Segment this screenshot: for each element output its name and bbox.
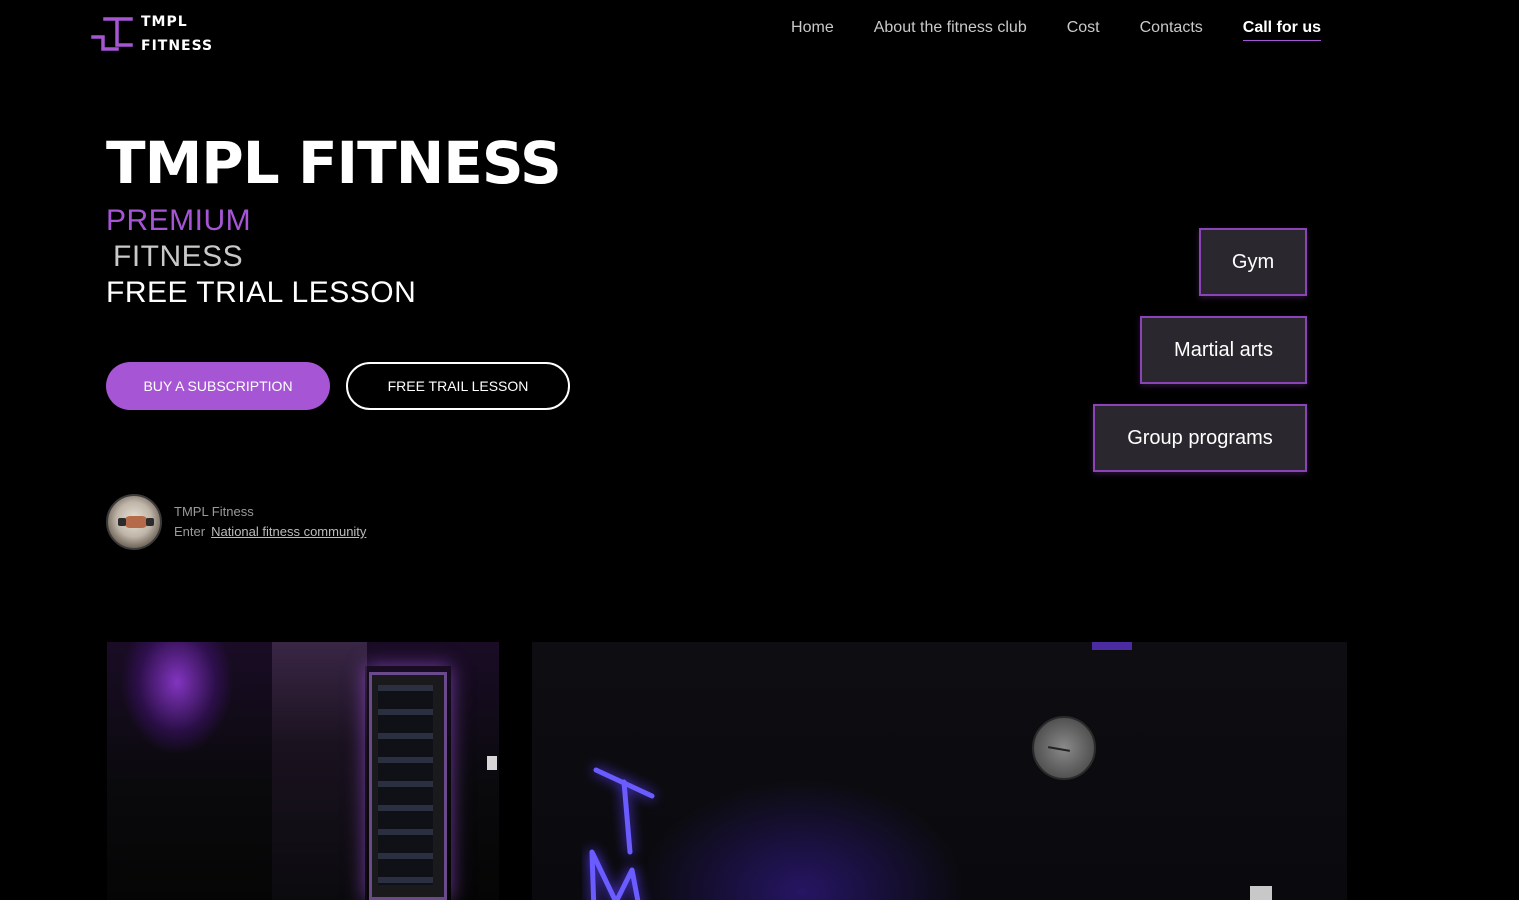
header: TMPL FITNESS Home About the fitness club…: [0, 0, 1519, 64]
avatar: [106, 494, 162, 550]
buy-subscription-button[interactable]: BUY A SUBSCRIPTION: [106, 362, 330, 410]
logo[interactable]: TMPL FITNESS: [91, 10, 213, 58]
community-block: TMPL Fitness Enter National fitness commu…: [106, 494, 366, 550]
nav-cost[interactable]: Cost: [1067, 19, 1100, 41]
vending-fridge: [369, 672, 447, 900]
nav-call-for-us[interactable]: Call for us: [1242, 19, 1321, 41]
category-gym-button[interactable]: Gym: [1199, 228, 1307, 296]
hero-title: TMPL FITNESS: [106, 129, 562, 197]
gym-photo-vending: [107, 642, 499, 900]
community-enter-label: Enter: [174, 524, 206, 539]
nav-contacts[interactable]: Contacts: [1140, 19, 1203, 41]
community-link[interactable]: National fitness community: [211, 524, 366, 539]
hero-subtitle-premium: PREMIUM: [106, 204, 252, 237]
category-group-programs-button[interactable]: Group programs: [1093, 404, 1307, 472]
logo-text: TMPL FITNESS: [141, 10, 213, 58]
community-enter-row: Enter National fitness community: [174, 522, 366, 542]
main-nav: Home About the fitness club Cost Contact…: [791, 19, 1321, 41]
logo-line1: TMPL: [141, 14, 188, 30]
neon-sign-icon: [589, 767, 655, 900]
community-text: TMPL Fitness Enter National fitness commu…: [174, 502, 366, 542]
logo-mark-icon: [91, 17, 133, 51]
free-trial-lesson-button[interactable]: FREE TRAIL LESSON: [346, 362, 570, 410]
nav-about[interactable]: About the fitness club: [874, 19, 1027, 41]
hero-subtitle-fitness: FITNESS: [113, 240, 244, 273]
nav-home[interactable]: Home: [791, 19, 834, 41]
wall-clock-icon: [1032, 716, 1096, 780]
community-name: TMPL Fitness: [174, 504, 254, 519]
gym-photo-neon: [532, 642, 1347, 900]
category-martial-arts-button[interactable]: Martial arts: [1140, 316, 1307, 384]
logo-line2: FITNESS: [141, 38, 214, 54]
hero-subtitle-trial: FREE TRIAL LESSON: [106, 276, 417, 309]
